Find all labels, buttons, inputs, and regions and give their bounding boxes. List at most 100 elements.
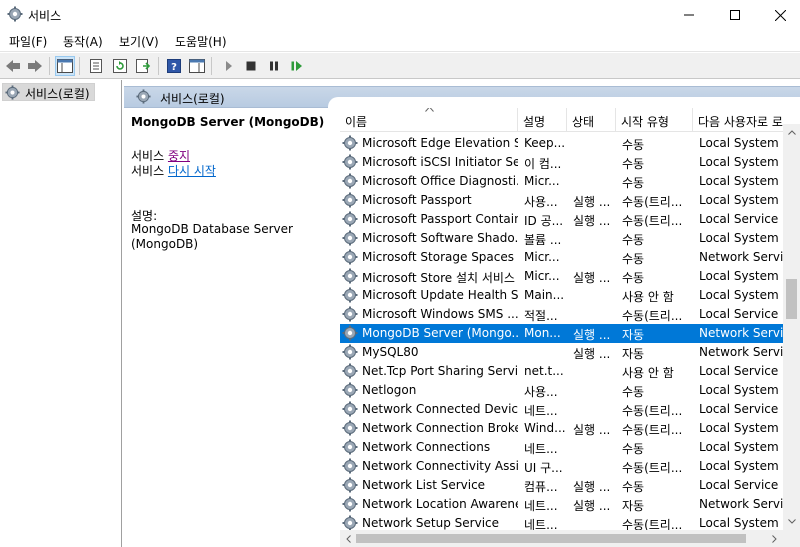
- cell-name: Microsoft Passport Container: [362, 212, 518, 226]
- pause-service-icon: [270, 61, 278, 71]
- table-row[interactable]: Network Connected Device... 네트... 수동(트리...…: [340, 400, 800, 419]
- cell-description: 네트...: [524, 442, 558, 456]
- table-row[interactable]: Network Connection Broker Wind... 실행 ... 수동…: [340, 419, 800, 438]
- table-row[interactable]: Microsoft Windows SMS ... 적절... 수동(트리... Lo…: [340, 305, 800, 324]
- title-bar: 서비스: [0, 0, 800, 30]
- service-gear-icon: [342, 173, 358, 189]
- service-gear-icon: [342, 496, 358, 512]
- cell-description: ID 공...: [524, 214, 564, 228]
- cell-status: 실행 ...: [573, 499, 611, 513]
- horizontal-scrollbar[interactable]: [340, 530, 783, 547]
- menu-file[interactable]: 파일(F): [9, 33, 47, 50]
- column-header-startup-type[interactable]: 시작 유형: [616, 108, 693, 132]
- scroll-up-button[interactable]: [783, 124, 800, 141]
- service-gear-icon: [342, 515, 358, 531]
- cell-status: 실행 ...: [573, 271, 611, 285]
- service-gear-icon: [342, 420, 358, 436]
- service-gear-icon: [342, 363, 358, 379]
- column-header-label: 다음 사용자로 로: [698, 115, 783, 129]
- table-row[interactable]: Microsoft Store 설치 서비스 Micr... 실행 ... 수동 Loc…: [340, 267, 800, 286]
- menu-help[interactable]: 도움말(H): [175, 33, 227, 50]
- table-row[interactable]: Network Connections 네트... 수동 Local System: [340, 438, 800, 457]
- forward-arrow-icon: [28, 60, 42, 72]
- cell-startup-type: 수동: [622, 271, 645, 285]
- cell-startup-type: 자동: [622, 328, 645, 342]
- table-row[interactable]: Network Location Awareness 네트... 실행 ... 자동 N…: [340, 495, 800, 514]
- column-header-status[interactable]: 상태: [567, 108, 616, 132]
- menu-view[interactable]: 보기(V): [119, 33, 159, 50]
- table-row[interactable]: Microsoft Office Diagnosti... Micr... 수동 Lo…: [340, 172, 800, 191]
- restart-service-button[interactable]: [287, 56, 307, 76]
- cell-name: Microsoft Office Diagnosti...: [362, 174, 518, 188]
- selected-service-title: MongoDB Server (MongoDB): [131, 115, 325, 129]
- cell-name: Network Location Awareness: [362, 497, 518, 511]
- scroll-left-button[interactable]: [340, 530, 357, 547]
- pause-service-button[interactable]: [264, 56, 284, 76]
- minimize-icon: [684, 14, 694, 16]
- action-pane-icon: [189, 59, 205, 73]
- restart-service-icon: [291, 61, 302, 71]
- cell-startup-type: 수동(트리...: [622, 195, 683, 209]
- table-row[interactable]: Netlogon 사용... 수동 Local System: [340, 381, 800, 400]
- table-row[interactable]: Microsoft Software Shado... 볼륨 ... 수동 Local…: [340, 229, 800, 248]
- help-button[interactable]: ?: [164, 56, 184, 76]
- menu-action[interactable]: 동작(A): [63, 33, 103, 50]
- stop-service-link[interactable]: 중지: [168, 149, 190, 163]
- properties-button[interactable]: [86, 56, 106, 76]
- table-row[interactable]: Microsoft Passport 사용... 실행 ... 수동(트리... Loc…: [340, 191, 800, 210]
- table-row[interactable]: Microsoft iSCSI Initiator Se... 이 컴... 수동 L…: [340, 153, 800, 172]
- back-button[interactable]: [3, 56, 23, 76]
- column-header-label: 이름: [345, 115, 368, 129]
- maximize-button[interactable]: [712, 0, 758, 30]
- tree-item-label: 서비스(로컬): [25, 87, 90, 101]
- restart-service-link[interactable]: 다시 시작: [168, 164, 216, 178]
- show-console-tree-button[interactable]: [55, 56, 75, 76]
- chevron-right-icon: [772, 534, 777, 543]
- cell-description: 컴퓨...: [524, 480, 558, 494]
- table-row[interactable]: Microsoft Edge Elevation S... Keep... 수동 Lo…: [340, 134, 800, 153]
- svg-text:?: ?: [171, 62, 177, 73]
- table-row[interactable]: MySQL80 실행 ... 자동 Network Service: [340, 343, 800, 362]
- refresh-button[interactable]: [110, 56, 130, 76]
- toolbar-separator: [79, 57, 80, 75]
- table-row[interactable]: Microsoft Storage Spaces ... Micr... 수동 Net…: [340, 248, 800, 267]
- sort-ascending-icon: [425, 108, 434, 112]
- cell-name: Netlogon: [362, 383, 417, 397]
- table-row[interactable]: Network List Service 컴퓨... 실행 ... 수동 Local S…: [340, 476, 800, 495]
- cell-startup-type: 자동: [622, 499, 645, 513]
- show-action-pane-button[interactable]: [187, 56, 207, 76]
- horizontal-scroll-thumb[interactable]: [356, 534, 746, 543]
- table-row[interactable]: Microsoft Passport Container ID 공... 실행 ..…: [340, 210, 800, 229]
- cell-status: 실행 ...: [573, 195, 611, 209]
- chevron-left-icon: [346, 534, 351, 543]
- services-pane: 서비스(로컬) MongoDB Server (MongoDB) 서비스 중지 …: [124, 80, 800, 547]
- start-service-button[interactable]: [219, 56, 239, 76]
- console-tree-icon: [57, 59, 73, 73]
- table-header: 이름 설명 상태 시작 유형 다음 사용자로 로: [340, 108, 800, 132]
- service-gear-icon: [342, 458, 358, 474]
- service-gear-icon: [342, 477, 358, 493]
- minimize-button[interactable]: [666, 0, 712, 30]
- stop-service-button[interactable]: [241, 56, 261, 76]
- cell-startup-type: 수동: [622, 176, 645, 190]
- close-button[interactable]: [757, 0, 800, 30]
- tree-item-services-local[interactable]: 서비스(로컬): [2, 83, 95, 101]
- cell-description: 적절...: [524, 309, 558, 323]
- vertical-scroll-thumb[interactable]: [786, 279, 797, 319]
- forward-button[interactable]: [25, 56, 45, 76]
- cell-name: MySQL80: [362, 345, 419, 359]
- vertical-scrollbar[interactable]: [783, 124, 800, 547]
- table-row-selected[interactable]: MongoDB Server (Mongo... Mon... 실행 ... 자동 Ne…: [340, 324, 800, 343]
- column-header-name[interactable]: 이름: [340, 108, 518, 132]
- cell-description: Mon...: [524, 326, 561, 340]
- scroll-down-button[interactable]: [783, 513, 800, 530]
- export-list-button[interactable]: [134, 56, 154, 76]
- table-row[interactable]: Net.Tcp Port Sharing Service net.t... 사용 안…: [340, 362, 800, 381]
- scroll-right-button[interactable]: [766, 530, 783, 547]
- column-header-description[interactable]: 설명: [518, 108, 567, 132]
- table-row[interactable]: Network Connectivity Assis... UI 구... 수동(트…: [340, 457, 800, 476]
- service-gear-icon: [342, 382, 358, 398]
- cell-status: 실행 ...: [573, 423, 611, 437]
- column-header-label: 상태: [572, 115, 595, 129]
- table-row[interactable]: Microsoft Update Health S... Main... 사용 안 …: [340, 286, 800, 305]
